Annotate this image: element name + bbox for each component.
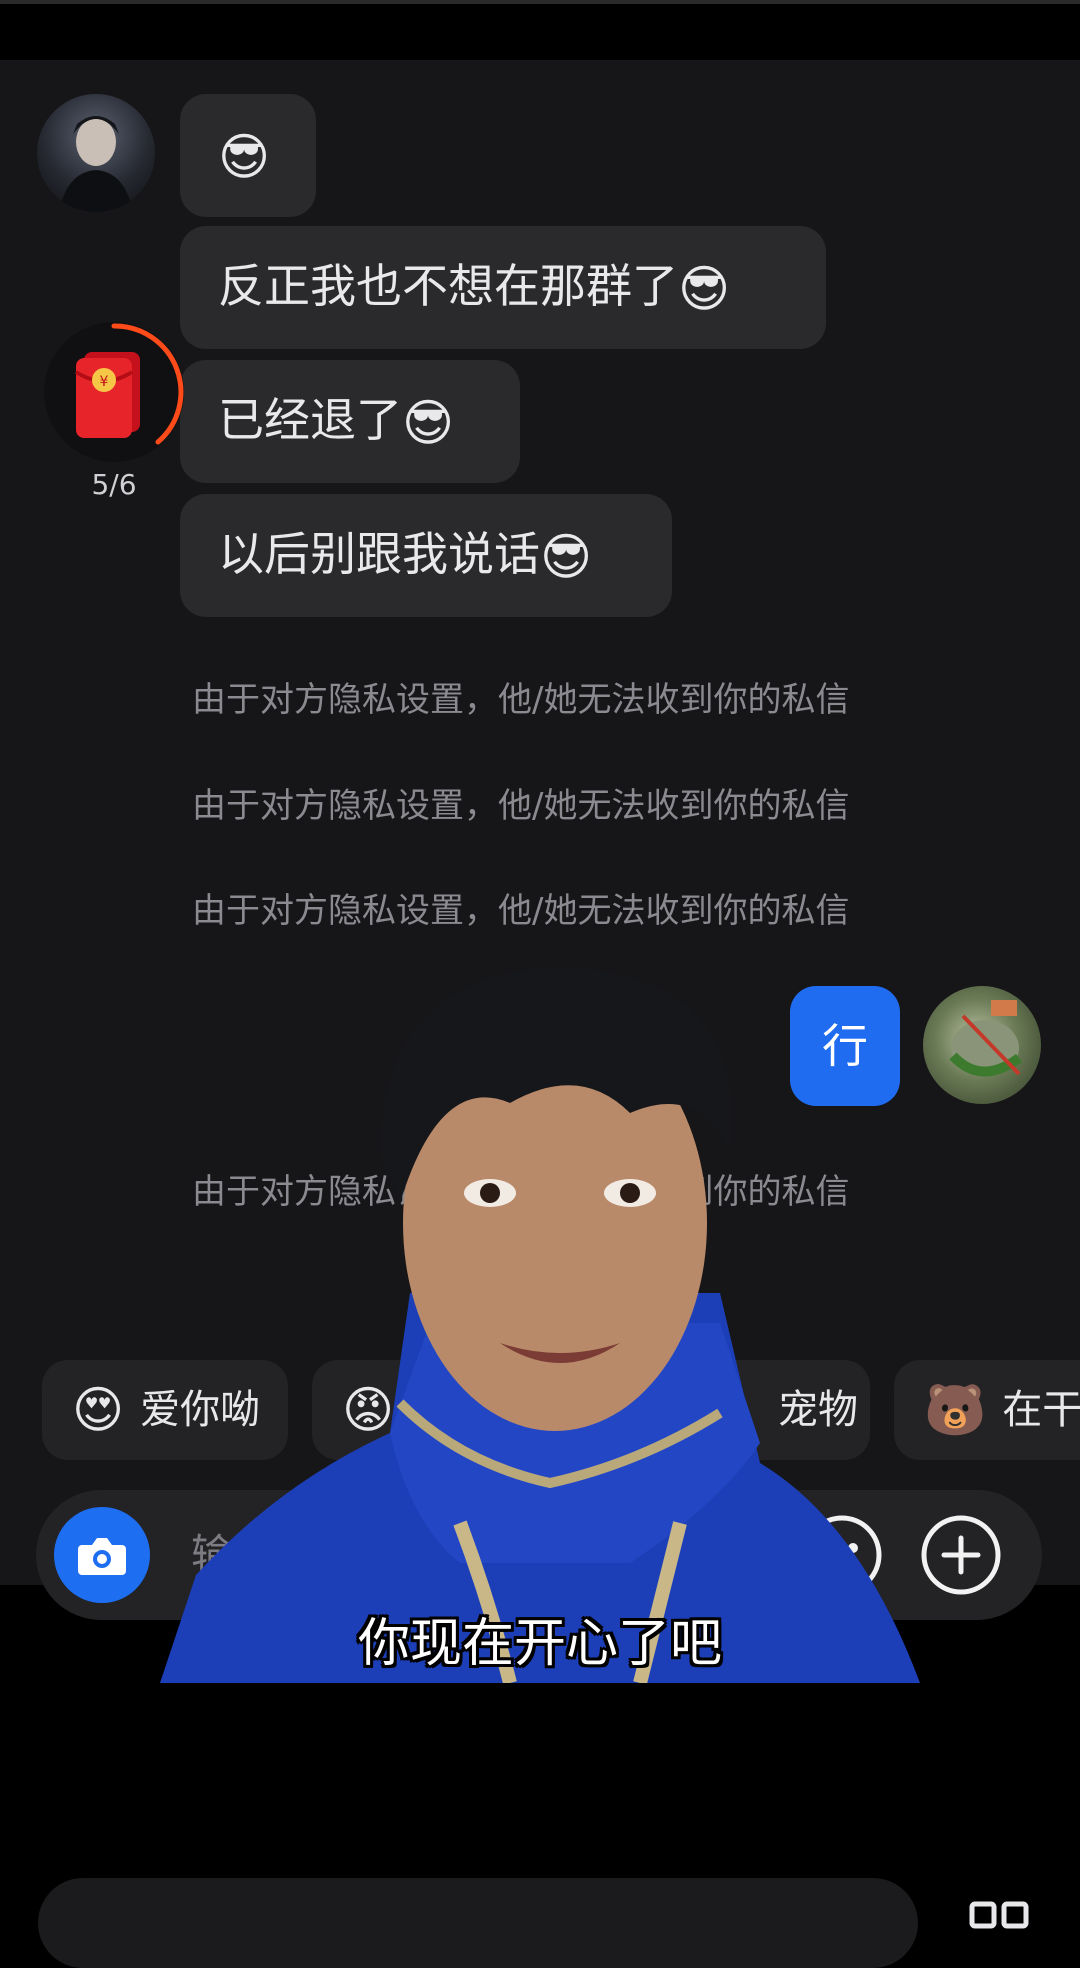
red-packet-icon: ¥ — [74, 323, 184, 445]
bottom-bar — [38, 1878, 918, 1968]
user-avatar[interactable] — [923, 986, 1041, 1104]
message-text: 已经退了 — [218, 393, 402, 447]
svg-text:¥: ¥ — [100, 374, 109, 390]
top-bar — [0, 0, 1080, 60]
camera-button[interactable] — [54, 1507, 150, 1603]
message-bubble[interactable]: 以后别跟我说话😎 — [180, 494, 672, 617]
message-text: 反正我也不想在那群了 — [218, 259, 678, 313]
sunglasses-emoji: 😎 — [540, 528, 593, 586]
video-caption: 你现在开心了吧 — [357, 1614, 722, 1674]
grid-icon[interactable] — [968, 1900, 1032, 1930]
message-bubble[interactable]: 已经退了😎 — [180, 360, 520, 483]
sunglasses-emoji: 😎 — [218, 128, 271, 186]
camera-icon — [78, 1538, 126, 1575]
sunglasses-emoji: 😎 — [678, 260, 731, 318]
privacy-notice: 由于对方隐私设置，他/她无法收到你的私信 — [192, 891, 850, 931]
person-sticker-image — [160, 967, 920, 1685]
red-packet-widget[interactable]: ¥ — [44, 322, 184, 462]
privacy-notice: 由于对方隐私设置，他/她无法收到你的私信 — [192, 680, 850, 720]
quick-reply-label: 在干 — [1002, 1387, 1080, 1433]
message-bubble[interactable]: 😎 — [180, 94, 316, 217]
privacy-notice: 由于对方隐私设置，他/她无法收到你的私信 — [192, 786, 850, 826]
message-bubble[interactable]: 反正我也不想在那群了😎 — [180, 226, 826, 349]
reaction-sticker-overlay — [160, 963, 940, 1685]
message-text: 以后别跟我说话 — [218, 527, 540, 581]
user-avatar-image — [949, 1000, 1022, 1077]
sunglasses-emoji: 😎 — [402, 394, 455, 452]
contact-avatar-image — [59, 116, 133, 212]
red-packet-count: 5/6 — [91, 468, 137, 501]
contact-avatar[interactable] — [37, 94, 155, 212]
heart-eyes-icon: 😍 — [72, 1381, 125, 1439]
